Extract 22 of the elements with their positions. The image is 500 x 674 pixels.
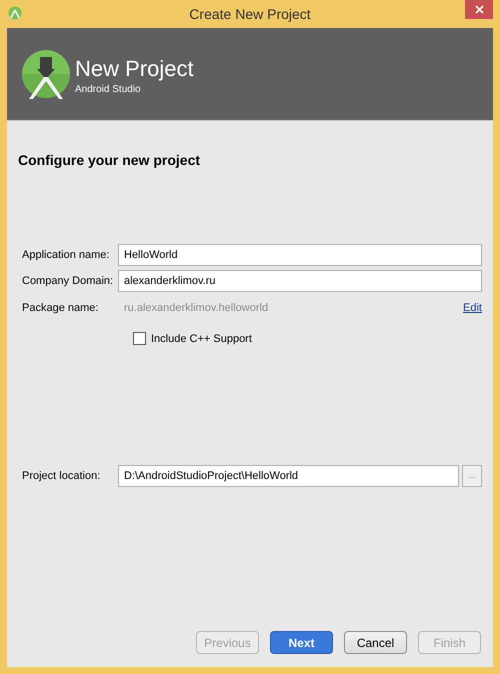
window-title: Create New Project bbox=[189, 4, 311, 24]
header-title: New Project bbox=[75, 56, 194, 82]
text-field[interactable]: alexanderklimov.ru bbox=[118, 270, 482, 292]
checkbox[interactable] bbox=[133, 332, 146, 346]
android-studio-logo-icon bbox=[21, 49, 71, 99]
dialog-button[interactable]: Cancel bbox=[344, 631, 407, 654]
text-field[interactable]: HelloWorld bbox=[118, 244, 482, 266]
field-label: Application name: bbox=[21, 248, 110, 263]
close-button[interactable] bbox=[465, 0, 493, 19]
next-button[interactable]: Next bbox=[270, 631, 333, 654]
package-name: ru.alexanderklimov.helloworld bbox=[123, 301, 270, 316]
page-heading: Configure your new project bbox=[18, 151, 202, 170]
location-field[interactable]: D:\AndroidStudioProject\HelloWorld bbox=[118, 465, 459, 487]
browse-button[interactable]: ... bbox=[462, 465, 482, 487]
checkbox-label: Include C++ Support bbox=[151, 332, 252, 346]
close-icon bbox=[474, 5, 484, 14]
header-subtitle: Android Studio bbox=[75, 82, 142, 96]
field-label: Company Domain: bbox=[21, 274, 114, 289]
app-icon bbox=[8, 6, 22, 20]
field-label: Project location: bbox=[21, 468, 102, 484]
edit-link[interactable]: Edit bbox=[463, 300, 482, 316]
field-label: Package name: bbox=[21, 301, 100, 316]
